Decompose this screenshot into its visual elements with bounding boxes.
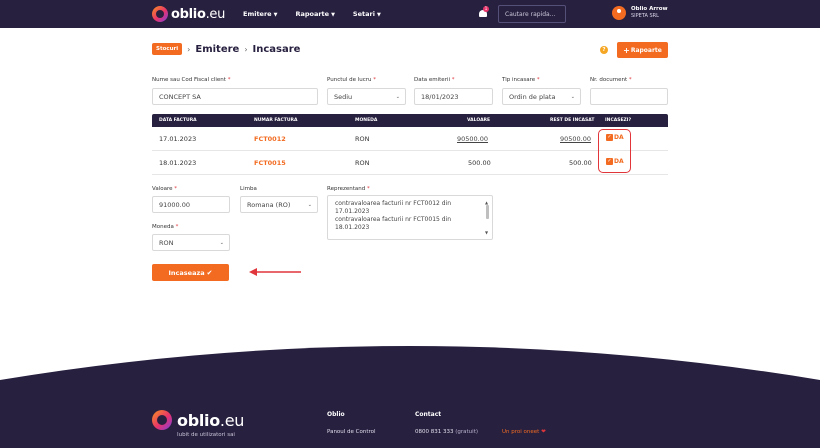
col-date: DATA FACTURA xyxy=(159,118,197,123)
representing-label: Reprezentand * xyxy=(327,186,370,192)
client-field[interactable]: CONCEPT SA xyxy=(152,88,318,105)
heart-icon: ❤ xyxy=(541,429,546,435)
collect-submit-button[interactable]: Incaseaza ✔ xyxy=(152,264,229,281)
currency-label: Moneda * xyxy=(152,224,179,230)
notifications-bell-icon[interactable]: 1 xyxy=(478,6,489,19)
check-icon: ✔ xyxy=(206,268,213,277)
language-select[interactable]: Romana (RO) ⌄ xyxy=(240,196,318,213)
oblio-logo-icon xyxy=(152,6,168,22)
collect-column-highlight xyxy=(598,129,631,173)
nav-rapoarte[interactable]: Rapoarte ▼ xyxy=(295,10,334,18)
payment-type-label: Tip incasare * xyxy=(502,77,540,83)
doc-number-label: Nr. document * xyxy=(590,77,632,83)
table-row: 18.01.2023 FCT0015 RON 500.00 500.00 ✓ DA xyxy=(152,151,668,175)
footer-phone[interactable]: 0800 831 333 (gratuit) xyxy=(415,429,478,435)
invoices-table: DATA FACTURA NUMAR FACTURA MONEDA VALOAR… xyxy=(152,114,668,175)
reports-button[interactable]: + Rapoarte xyxy=(617,42,668,58)
footer-love-text: Un proi oneet ❤ xyxy=(502,429,546,435)
issue-date-label: Data emiterii * xyxy=(414,77,455,83)
footer-tagline: Iubit de utilizatori sai xyxy=(177,432,235,438)
chevron-down-icon: ⌄ xyxy=(570,94,575,100)
user-avatar-icon xyxy=(612,6,626,20)
workplace-label: Punctul de lucru * xyxy=(327,77,377,83)
oblio-logo-icon xyxy=(152,410,172,430)
chevron-down-icon: ▼ xyxy=(331,12,335,18)
user-menu[interactable]: Oblio Arrow SIPETA SRL xyxy=(612,6,668,20)
col-number: NUMAR FACTURA xyxy=(254,118,298,123)
payment-type-select[interactable]: Ordin de plata ⌄ xyxy=(502,88,581,105)
representing-textarea[interactable]: contravaloarea facturii nr FCT0012 din 1… xyxy=(327,195,493,240)
table-row: 17.01.2023 FCT0012 RON 90500.00 90500.00… xyxy=(152,127,668,151)
help-icon[interactable]: ? xyxy=(600,46,608,54)
textarea-scrollbar[interactable]: ▲ ▼ xyxy=(485,199,490,237)
workplace-select[interactable]: Sediu ⌄ xyxy=(327,88,406,105)
breadcrumb-emitere[interactable]: Emitere xyxy=(195,44,239,55)
invoice-link[interactable]: FCT0015 xyxy=(254,159,286,167)
breadcrumb: Stocuri › Emitere › Incasare xyxy=(152,43,300,55)
annotation-arrow-icon xyxy=(249,268,301,276)
chevron-down-icon: ⌄ xyxy=(395,94,400,100)
chevron-right-icon: › xyxy=(244,44,248,54)
chevron-down-icon: ▼ xyxy=(376,12,381,18)
value-label: Valoare * xyxy=(152,186,177,192)
user-company: SIPETA SRL xyxy=(631,13,659,19)
top-navbar: oblio.eu Emitere▼ Rapoarte▼ Setari▼ 1 Ob… xyxy=(0,0,820,28)
client-label: Nume sau Cod Fiscal client * xyxy=(152,77,231,83)
nav-emitere[interactable]: Emitere ▼ xyxy=(243,10,277,18)
doc-number-field[interactable] xyxy=(590,88,668,105)
value-field[interactable]: 91000.00 xyxy=(152,196,230,213)
chevron-down-icon: ▼ xyxy=(273,12,278,18)
col-currency: MONEDA xyxy=(355,118,378,123)
col-value: VALOARE xyxy=(467,118,491,123)
language-label: Limba xyxy=(240,186,257,192)
table-header: DATA FACTURA NUMAR FACTURA MONEDA VALOAR… xyxy=(152,114,668,127)
chevron-right-icon: › xyxy=(187,44,191,54)
currency-select[interactable]: RON ⌄ xyxy=(152,234,230,251)
chevron-down-icon: ⌄ xyxy=(307,202,312,208)
col-rest: REST DE INCASAT xyxy=(550,118,595,123)
quick-search xyxy=(498,5,566,23)
user-name: Oblio Arrow xyxy=(631,6,668,12)
footer-link-control-panel[interactable]: Panoul de Control xyxy=(327,429,376,435)
notification-badge: 1 xyxy=(483,6,489,12)
main-nav: Emitere ▼ Rapoarte ▼ Setari ▼ xyxy=(243,10,399,18)
footer-logo[interactable]: oblio.eu xyxy=(152,410,244,430)
footer-col-contact-title: Contact xyxy=(415,411,442,418)
brand-tld: .eu xyxy=(205,6,226,22)
scroll-down-icon: ▼ xyxy=(485,230,489,235)
plus-icon: + xyxy=(623,45,630,55)
issue-date-field[interactable]: 18/01/2023 xyxy=(414,88,493,105)
invoice-link[interactable]: FCT0012 xyxy=(254,135,286,143)
footer-col-oblio-title: Oblio xyxy=(327,411,345,418)
footer-background xyxy=(0,346,820,448)
breadcrumb-stocuri[interactable]: Stocuri xyxy=(152,43,183,55)
quick-search-input[interactable] xyxy=(499,6,565,22)
page-title: Incasare xyxy=(252,43,301,55)
chevron-down-icon: ⌄ xyxy=(219,240,224,246)
nav-setari[interactable]: Setari ▼ xyxy=(353,10,381,18)
brand-name: oblio xyxy=(171,6,206,22)
col-collect: INCASEZI? xyxy=(605,118,632,123)
oblio-logo[interactable]: oblio.eu xyxy=(152,6,225,22)
